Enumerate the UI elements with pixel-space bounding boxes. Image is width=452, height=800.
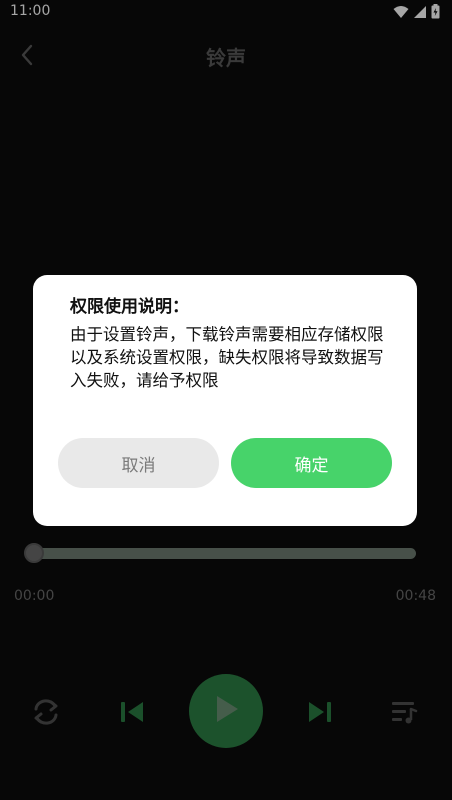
confirm-button[interactable]: 确定 (231, 438, 392, 488)
permission-dialog: 权限使用说明： 由于设置铃声，下载铃声需要相应存储权限以及系统设置权限，缺失权限… (33, 275, 417, 526)
dialog-title: 权限使用说明： (70, 297, 189, 317)
cancel-button[interactable]: 取消 (58, 438, 219, 488)
ringtone-screen: 11:00 铃声 00:00 00:48 权限使用说明： 由于设置铃声，下载铃声… (0, 0, 452, 800)
dialog-message: 由于设置铃声，下载铃声需要相应存储权限以及系统设置权限，缺失权限将导致数据写入失… (70, 325, 384, 390)
